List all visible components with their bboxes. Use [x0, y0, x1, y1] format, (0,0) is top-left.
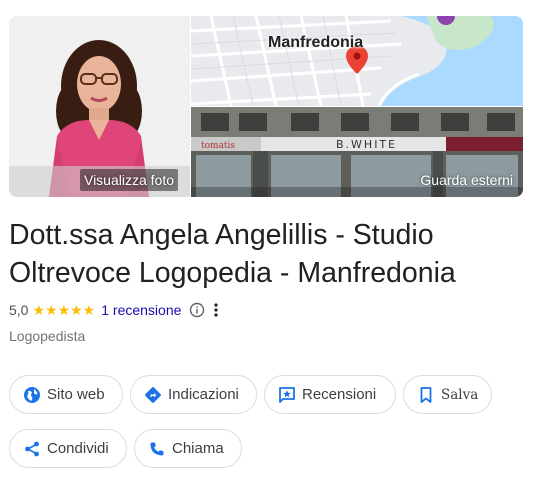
- globe-icon: [24, 386, 40, 403]
- view-photos-caption[interactable]: Visualizza foto: [79, 169, 178, 191]
- share-icon: [25, 441, 39, 456]
- street-view-caption[interactable]: Guarda esterni: [420, 172, 513, 188]
- shop-sign: B.WHITE: [336, 138, 397, 151]
- website-button[interactable]: Sito web: [9, 375, 123, 414]
- share-button[interactable]: Condividi: [9, 429, 127, 468]
- map-city-label: Manfredonia: [268, 34, 364, 51]
- save-button[interactable]: Salva: [403, 375, 492, 414]
- share-label: Condividi: [47, 440, 109, 457]
- review-star-icon: [279, 386, 295, 403]
- website-label: Sito web: [47, 386, 105, 403]
- directions-icon: [145, 386, 161, 403]
- map-thumbnail[interactable]: Manfredonia: [191, 16, 523, 106]
- photo-gallery: Visualizza foto Manfredonia tomatis B.WH…: [9, 16, 523, 197]
- more-options-icon[interactable]: [213, 302, 219, 318]
- main-photo[interactable]: Visualizza foto: [9, 16, 190, 197]
- business-category: Logopedista: [9, 328, 86, 344]
- rating-row: 5,0 ★★★★★ 1 recensione: [9, 300, 219, 320]
- reviews-button[interactable]: Recensioni: [264, 375, 396, 414]
- directions-label: Indicazioni: [168, 386, 239, 403]
- call-label: Chiama: [172, 440, 224, 457]
- map-image: [191, 16, 523, 106]
- business-title: Dott.ssa Angela Angelillis - Studio Oltr…: [9, 219, 456, 289]
- phone-icon: [150, 442, 164, 455]
- info-icon[interactable]: [189, 302, 205, 318]
- star-rating: ★★★★★: [32, 301, 96, 318]
- rating-value: 5,0: [9, 302, 29, 318]
- reviews-link[interactable]: 1 recensione: [101, 302, 181, 318]
- bookmark-icon: [420, 386, 432, 403]
- save-label: Salva: [441, 386, 479, 403]
- reviews-label: Recensioni: [302, 386, 377, 403]
- street-view-thumbnail[interactable]: tomatis B.WHITE Guarda esterni: [191, 107, 523, 197]
- call-button[interactable]: Chiama: [134, 429, 242, 468]
- directions-button[interactable]: Indicazioni: [130, 375, 257, 414]
- shop-sign-left: tomatis: [201, 141, 235, 151]
